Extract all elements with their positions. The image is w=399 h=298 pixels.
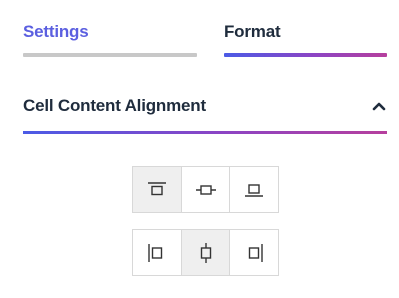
section-underline — [23, 131, 387, 134]
align-bottom-button[interactable] — [230, 167, 279, 212]
align-top-icon — [146, 180, 168, 200]
tab-format-label: Format — [224, 22, 281, 41]
align-center-icon — [195, 242, 217, 264]
vertical-alignment-group — [132, 166, 279, 213]
align-right-button[interactable] — [230, 230, 279, 275]
tab-format[interactable]: Format — [224, 20, 387, 60]
tab-bar: Settings Format — [23, 20, 387, 60]
align-left-icon — [146, 242, 168, 264]
tab-settings[interactable]: Settings — [23, 20, 197, 60]
horizontal-alignment-group — [132, 229, 279, 276]
align-top-button[interactable] — [133, 167, 182, 212]
tab-format-underline — [224, 53, 387, 57]
align-left-button[interactable] — [133, 230, 182, 275]
align-right-icon — [243, 242, 265, 264]
align-middle-icon — [195, 180, 217, 200]
chevron-up-icon[interactable] — [371, 98, 387, 114]
align-middle-button[interactable] — [181, 167, 231, 212]
cell-content-alignment-header[interactable]: Cell Content Alignment — [23, 94, 387, 134]
section-title: Cell Content Alignment — [23, 96, 206, 115]
tab-settings-underline — [23, 53, 197, 57]
align-center-button[interactable] — [181, 230, 231, 275]
tab-settings-label: Settings — [23, 22, 89, 41]
align-bottom-icon — [243, 180, 265, 200]
